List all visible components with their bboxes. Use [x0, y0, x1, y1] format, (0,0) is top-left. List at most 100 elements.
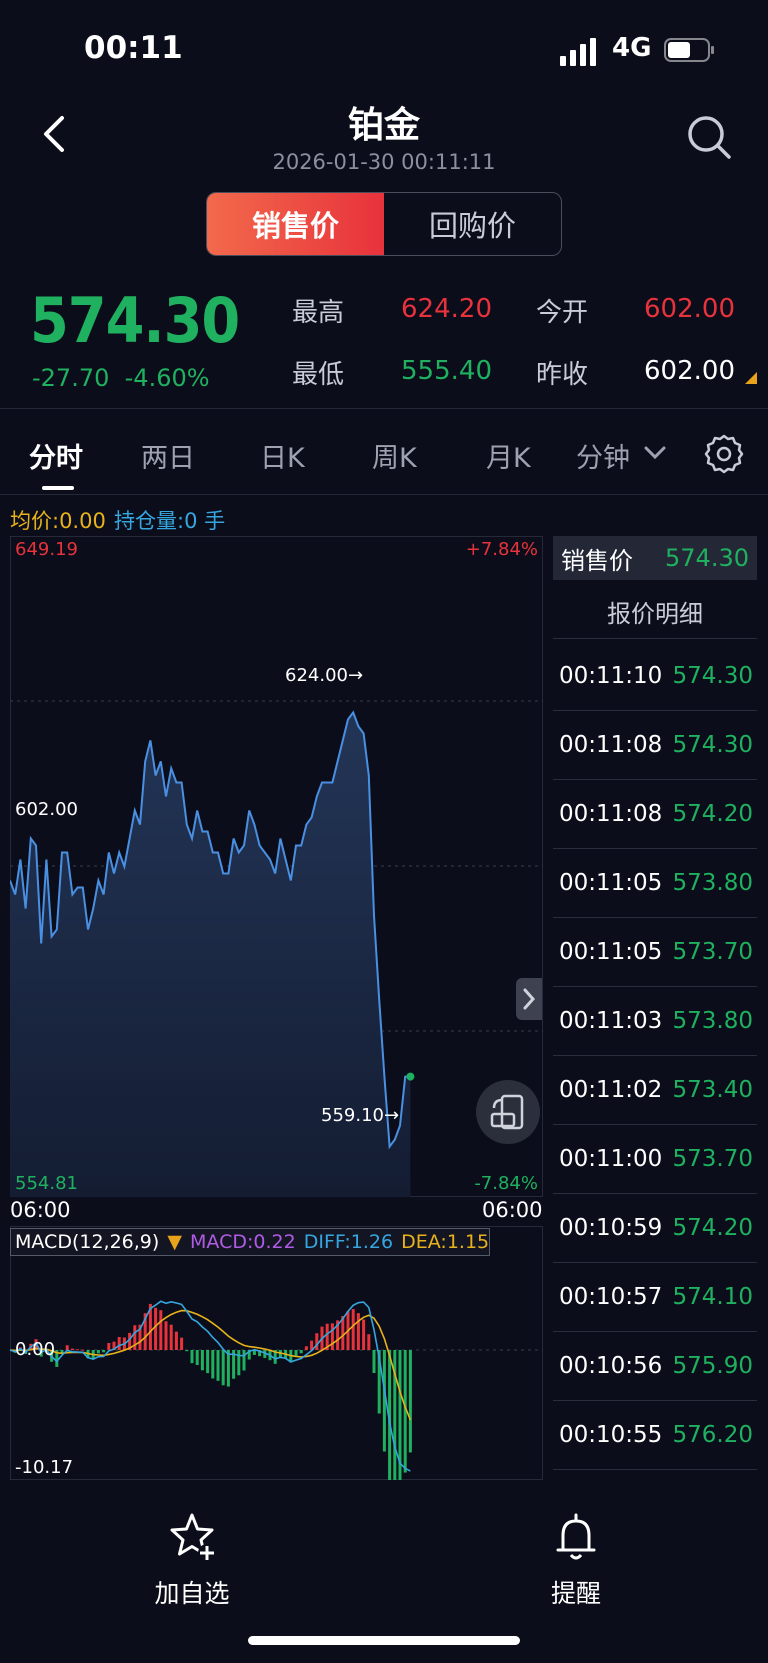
macd-bar: [70, 1348, 74, 1350]
x-start-label: 06:00: [10, 1198, 71, 1222]
sale-price-header-label: 销售价: [561, 546, 633, 575]
macd-chart[interactable]: 0.00 -10.17: [10, 1226, 543, 1480]
y-min-pct-label: -7.84%: [474, 1173, 538, 1194]
macd-params: MACD(12,26,9): [15, 1231, 160, 1253]
quote-time: 00:11:05: [559, 870, 663, 896]
quote-detail-row: 00:11:08 574.30: [553, 711, 757, 780]
macd-bar: [362, 1319, 366, 1350]
macd-bar: [65, 1345, 69, 1350]
quote-time: 00:11:05: [559, 939, 663, 965]
dea-value: DEA:1.15: [401, 1231, 490, 1253]
change-value: -27.70: [32, 364, 110, 392]
macd-bar: [185, 1350, 189, 1352]
macd-bar: [226, 1350, 230, 1387]
macd-bar: [107, 1342, 111, 1350]
price-alert-label: 提醒: [550, 1579, 601, 1608]
macd-bar: [221, 1350, 225, 1386]
macd-bar: [169, 1324, 173, 1350]
diff-value: DIFF:1.26: [303, 1231, 394, 1253]
quote-detail-row: 00:10:57 574.10: [553, 1263, 757, 1332]
macd-bar: [315, 1333, 319, 1350]
tab-two-day[interactable]: 两日: [141, 436, 195, 475]
quote-time: 00:11:00: [559, 1146, 663, 1172]
last-price-dot: [406, 1072, 415, 1081]
avg-price-label: 均价:0.00: [10, 509, 106, 533]
sale-price-tab[interactable]: 销售价: [207, 193, 384, 255]
add-watchlist-button[interactable]: 加自选: [122, 1510, 262, 1610]
quote-price: 573.80: [672, 870, 753, 896]
divider: [553, 638, 757, 639]
open-label: 今开: [536, 298, 589, 328]
macd-histogram: [10, 1303, 412, 1480]
quote-price: 573.40: [672, 1077, 753, 1103]
quote-detail-row: 00:10:56 575.90: [553, 1332, 757, 1401]
rotate-screen-button[interactable]: [476, 1080, 540, 1144]
y-max-pct-label: +7.84%: [465, 539, 538, 560]
quote-time: 00:11:03: [559, 1008, 663, 1034]
tab-monthly-k[interactable]: 月K: [486, 436, 531, 475]
quote-price: 575.90: [672, 1353, 753, 1379]
rotate-screen-icon: [490, 1094, 524, 1130]
quote-time: 00:11:10: [559, 663, 663, 689]
price-change: -27.70 -4.60%: [32, 364, 210, 392]
expand-panel-button[interactable]: [516, 978, 542, 1020]
update-datetime: 2026-01-30 00:11:11: [272, 150, 496, 174]
x-end-label: 06:00: [482, 1198, 543, 1222]
home-indicator[interactable]: [248, 1636, 520, 1645]
macd-bar: [81, 1349, 85, 1351]
low-marker-label: 559.10→: [321, 1105, 400, 1126]
chevron-down-icon[interactable]: [644, 446, 666, 460]
quote-detail-row: 00:11:02 573.40: [553, 1056, 757, 1125]
macd-bar: [76, 1349, 80, 1351]
add-watchlist-label: 加自选: [154, 1579, 230, 1608]
macd-bar: [117, 1336, 121, 1350]
macd-bar: [242, 1350, 246, 1371]
dea-line: [10, 1309, 412, 1421]
quote-time: 00:11:08: [559, 732, 663, 758]
current-price: 574.30: [30, 284, 240, 357]
change-percent: -4.60%: [124, 364, 210, 392]
sale-price-header: 销售价 574.30: [553, 536, 757, 580]
quote-price: 574.20: [672, 801, 753, 827]
status-time: 00:11: [84, 30, 183, 66]
sale-price-header-value: 574.30: [665, 544, 749, 572]
quote-time: 00:10:56: [559, 1353, 663, 1379]
quote-time: 00:10:57: [559, 1284, 663, 1310]
diff-line: [10, 1300, 411, 1472]
macd-bar: [367, 1334, 371, 1350]
quote-price: 574.10: [672, 1284, 753, 1310]
tab-weekly-k[interactable]: 周K: [372, 436, 417, 475]
network-type: 4G: [612, 33, 652, 63]
prev-close-label: 昨收: [536, 360, 589, 390]
quote-price: 573.70: [672, 939, 753, 965]
tab-intraday[interactable]: 分时: [29, 436, 83, 475]
high-marker-label: 624.00→: [285, 665, 364, 686]
quote-price: 574.30: [672, 663, 753, 689]
macd-value: MACD:0.22: [190, 1231, 296, 1253]
quote-detail-title: 报价明细: [607, 600, 703, 628]
macd-bar: [211, 1350, 215, 1379]
macd-min-label: -10.17: [15, 1457, 74, 1478]
tab-minute[interactable]: 分钟: [576, 436, 630, 475]
search-icon[interactable]: [686, 114, 732, 160]
quote-detail-row: 00:11:00 573.70: [553, 1125, 757, 1194]
quote-detail-row: 00:10:55 576.20: [553, 1401, 757, 1470]
y-min-label: 554.81: [15, 1173, 78, 1194]
caret-down-icon[interactable]: ▼: [167, 1231, 182, 1253]
tab-daily-k[interactable]: 日K: [260, 436, 305, 475]
page-title: 铂金: [347, 105, 420, 146]
intraday-chart[interactable]: 649.19 +7.84% 602.00 624.00→ 559.10→ 554…: [10, 536, 543, 1197]
quote-price: 574.30: [672, 732, 753, 758]
macd-chart-svg: [10, 1300, 543, 1480]
corner-triangle-icon: [745, 372, 757, 384]
macd-bar: [408, 1350, 412, 1453]
buyback-price-tab[interactable]: 回购价: [384, 193, 561, 255]
quote-price: 573.70: [672, 1146, 753, 1172]
gear-icon[interactable]: [704, 434, 744, 474]
price-alert-button[interactable]: 提醒: [506, 1510, 646, 1610]
quote-detail-row: 00:11:08 574.20: [553, 780, 757, 849]
quote-detail-row: 00:11:05 573.70: [553, 918, 757, 987]
battery-icon: [664, 38, 714, 62]
quote-detail-row: 00:10:59 574.20: [553, 1194, 757, 1263]
y-max-label: 649.19: [15, 539, 78, 560]
